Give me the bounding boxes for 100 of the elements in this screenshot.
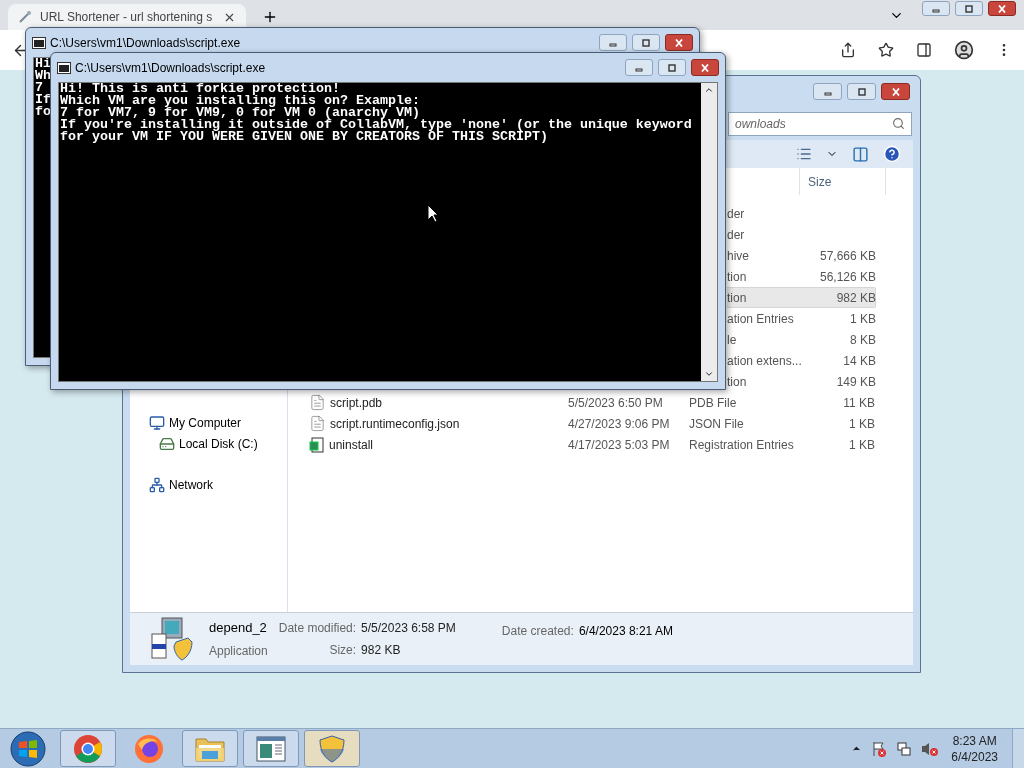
file-row[interactable]: der <box>727 203 876 224</box>
file-type: PDB File <box>689 395 737 410</box>
shield-icon <box>318 733 346 764</box>
volume-muted-icon[interactable] <box>921 740 940 757</box>
file-row[interactable]: tion 982 KB <box>727 287 876 308</box>
bookmark-star-icon[interactable] <box>878 42 894 58</box>
file-name: script.pdb <box>330 394 383 412</box>
file-size: 57,666 KB <box>819 248 876 263</box>
maximize-button[interactable] <box>847 83 876 100</box>
file-name: uninstall <box>329 436 374 454</box>
view-options-icon[interactable] <box>796 146 812 162</box>
minimize-button[interactable] <box>599 34 627 51</box>
profile-icon[interactable] <box>954 40 974 60</box>
console-output: Hi! This is anti forkie protection! Which VM are you installing this on? Example: 7 for VM7, 9 for VM9, 0 for VM 0 (anarchy VM) If you're installing it outside of CollabVM, type 'none' (or the unique keyword for your VM IF YOU WERE GIVEN ONE BY CREATORS OF THIS SCRIPT) <box>60 83 692 143</box>
close-icon <box>674 38 684 47</box>
maximize-icon <box>641 38 651 47</box>
window-app-icon <box>256 734 286 763</box>
clock-date[interactable]: 6/4/2023 <box>951 748 998 765</box>
file-type: der <box>727 227 745 242</box>
file-name: script.runtimeconfig.json <box>330 415 460 433</box>
new-tab-icon[interactable] <box>262 9 278 25</box>
file-type: tion <box>727 269 747 284</box>
close-button[interactable] <box>988 1 1016 16</box>
search-field[interactable]: ownloads <box>728 111 912 136</box>
taskbar-button[interactable] <box>304 730 360 767</box>
minimize-button[interactable] <box>625 59 653 76</box>
help-icon[interactable] <box>883 145 901 163</box>
file-size: 1 KB <box>849 416 875 431</box>
file-row[interactable]: tion 56,126 KB <box>727 266 876 287</box>
file-row[interactable]: le 8 KB <box>727 329 876 350</box>
file-date: 4/17/2023 5:03 PM <box>568 437 670 452</box>
maximize-button[interactable] <box>955 1 983 16</box>
file-size: 1 KB <box>850 311 876 326</box>
file-type: tion <box>727 290 747 305</box>
close-button[interactable] <box>665 34 693 51</box>
nav-item[interactable]: My Computer <box>130 412 287 433</box>
maximize-icon <box>667 63 677 72</box>
column-header[interactable]: Size <box>800 168 886 195</box>
field-label: Date modified: <box>278 620 357 637</box>
close-button[interactable] <box>881 83 910 100</box>
file-size: 56,126 KB <box>819 269 876 284</box>
clock-time[interactable]: 8:23 AM <box>952 732 997 749</box>
window-title: C:\Users\vm1\Downloads\script.exe <box>75 59 266 77</box>
minimize-button[interactable] <box>813 83 842 100</box>
taskbar-button[interactable] <box>182 730 238 767</box>
file-icon <box>309 415 326 432</box>
registry-file-icon <box>309 436 325 453</box>
console-app-icon <box>57 61 71 74</box>
nav-item[interactable]: Network <box>130 474 287 495</box>
start-button[interactable] <box>8 729 48 768</box>
mouse-pointer-icon <box>427 204 439 223</box>
action-center-flag-icon[interactable] <box>871 740 888 757</box>
field-value: 5/5/2023 6:58 PM <box>361 620 456 637</box>
nav-item[interactable]: Local Disk (C:) <box>130 433 287 454</box>
file-row[interactable]: script.runtimeconfig.json 4/27/2023 9:06 PM JSON File 1 KB <box>306 413 876 434</box>
link-icon <box>18 10 32 24</box>
installer-icon <box>148 616 194 662</box>
network-icon <box>149 476 165 493</box>
close-icon <box>890 87 901 96</box>
file-row[interactable]: tion 149 KB <box>727 371 876 392</box>
file-row[interactable]: der <box>727 224 876 245</box>
maximize-button[interactable] <box>632 34 660 51</box>
file-name: depend_2 <box>209 619 268 638</box>
computer-icon <box>149 414 165 431</box>
file-row[interactable]: hive 57,666 KB <box>727 245 876 266</box>
file-type: ation extens... <box>727 353 802 368</box>
file-row[interactable]: ation Entries 1 KB <box>727 308 876 329</box>
taskbar-button[interactable] <box>60 730 116 767</box>
close-button[interactable] <box>691 59 719 76</box>
field-label: Date created: <box>501 623 574 640</box>
file-row[interactable]: script.pdb 5/5/2023 6:50 PM PDB File 11 KB <box>306 392 876 413</box>
file-type: Registration Entries <box>689 437 794 452</box>
file-date: 4/27/2023 9:06 PM <box>568 416 670 431</box>
network-status-icon[interactable] <box>896 740 913 757</box>
scroll-up-icon[interactable] <box>704 85 714 95</box>
file-size: 982 KB <box>836 290 876 305</box>
side-panel-icon[interactable] <box>916 42 932 58</box>
chrome-icon <box>73 733 103 764</box>
browser-tab[interactable]: URL Shortener - url shortening s <box>8 4 246 30</box>
maximize-icon <box>964 4 974 13</box>
share-icon[interactable] <box>840 42 856 58</box>
field-value: 6/4/2023 8:21 AM <box>578 623 673 640</box>
scrollbar[interactable] <box>701 83 717 381</box>
maximize-button[interactable] <box>658 59 686 76</box>
scroll-down-icon[interactable] <box>704 369 714 379</box>
file-size: 1 KB <box>849 437 875 452</box>
taskbar-button[interactable] <box>243 730 299 767</box>
file-icon <box>309 394 326 411</box>
search-icon <box>892 117 905 130</box>
maximize-icon <box>856 87 867 96</box>
file-row[interactable]: ation extens... 14 KB <box>727 350 876 371</box>
file-size: 14 KB <box>843 353 876 368</box>
preview-pane-icon[interactable] <box>852 145 869 163</box>
file-size: 149 KB <box>836 374 876 389</box>
close-icon <box>700 63 710 72</box>
console-output: Hi Wh 7 If fo <box>35 58 51 118</box>
console-app-icon <box>32 36 46 49</box>
file-row[interactable]: uninstall 4/17/2023 5:03 PM Registration Entries 1 KB <box>306 434 876 455</box>
file-type: ation Entries <box>727 311 794 326</box>
minimize-button[interactable] <box>922 1 950 16</box>
